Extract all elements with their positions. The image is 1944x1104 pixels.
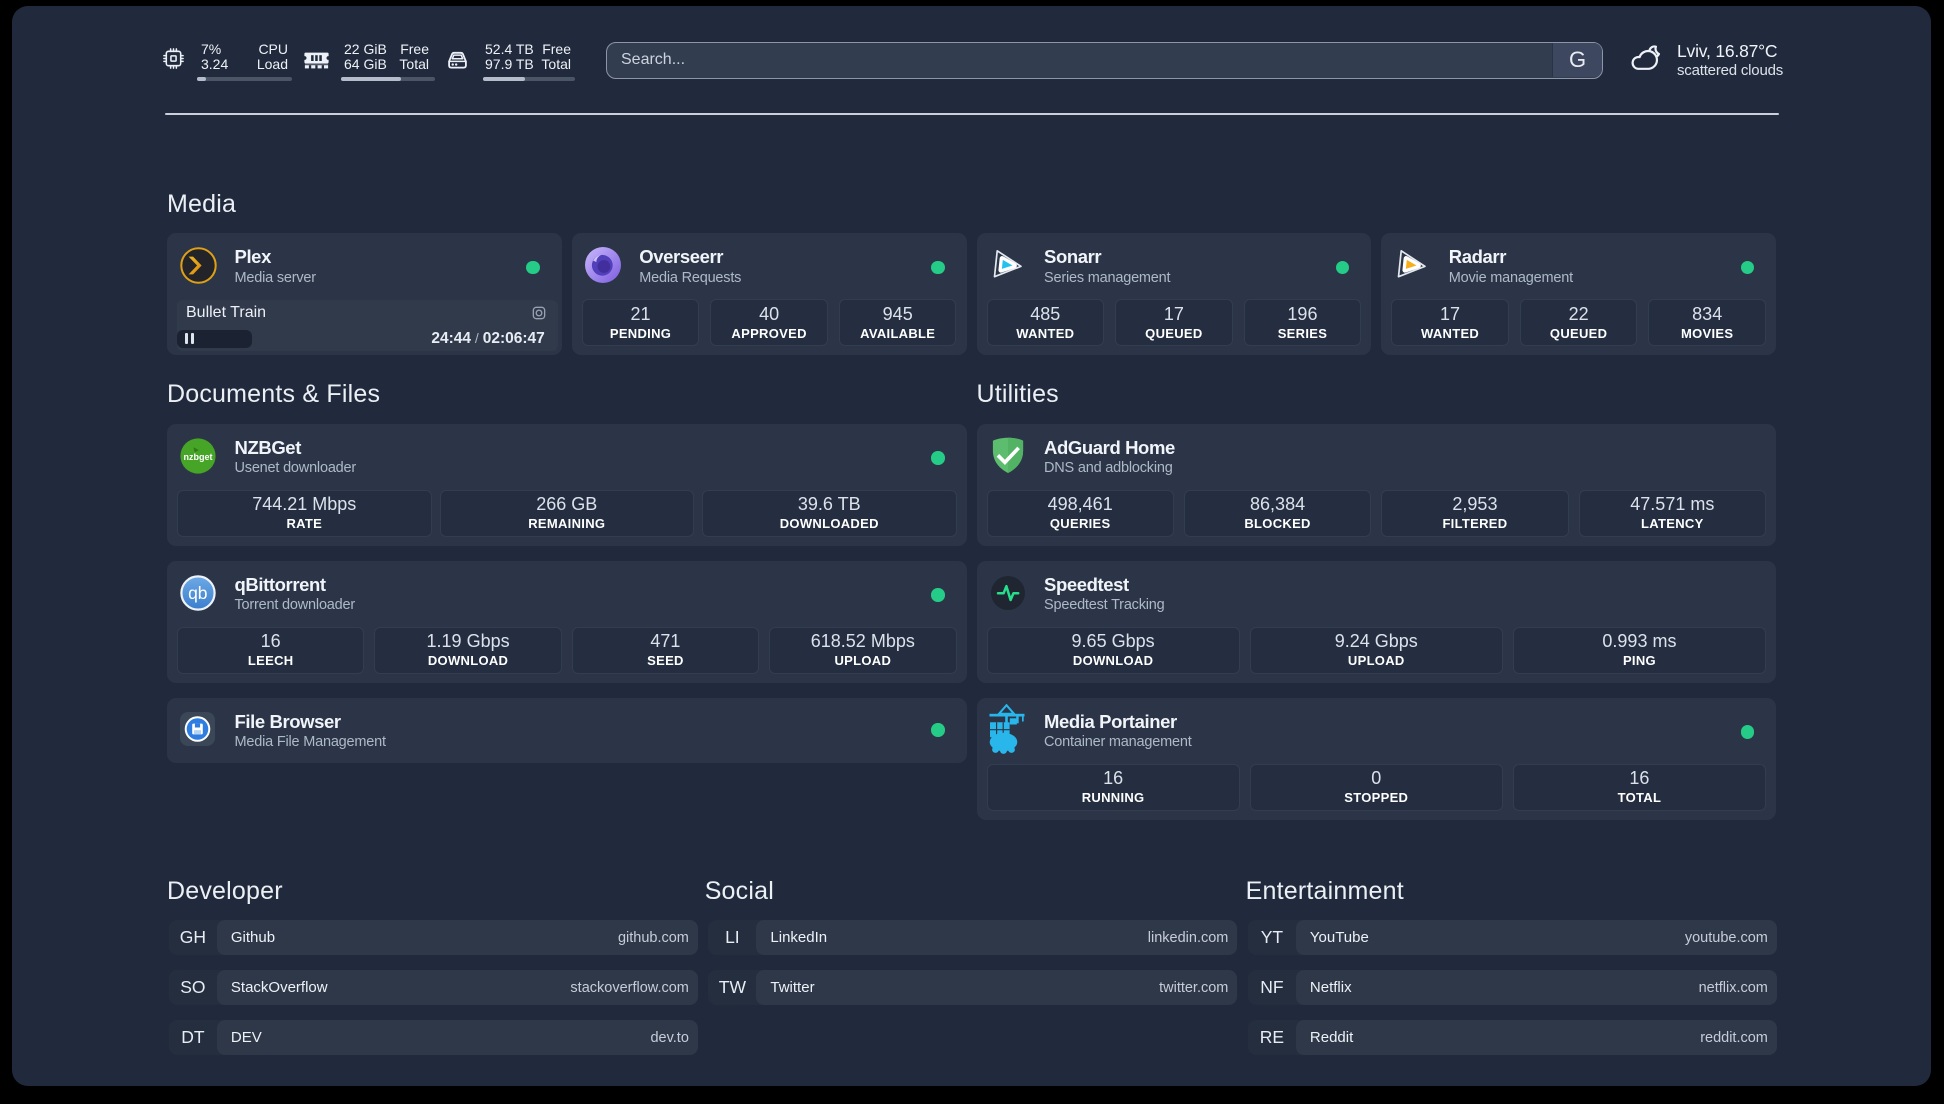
svg-text:qb: qb: [188, 582, 207, 602]
svg-text:nzbget: nzbget: [184, 451, 213, 461]
